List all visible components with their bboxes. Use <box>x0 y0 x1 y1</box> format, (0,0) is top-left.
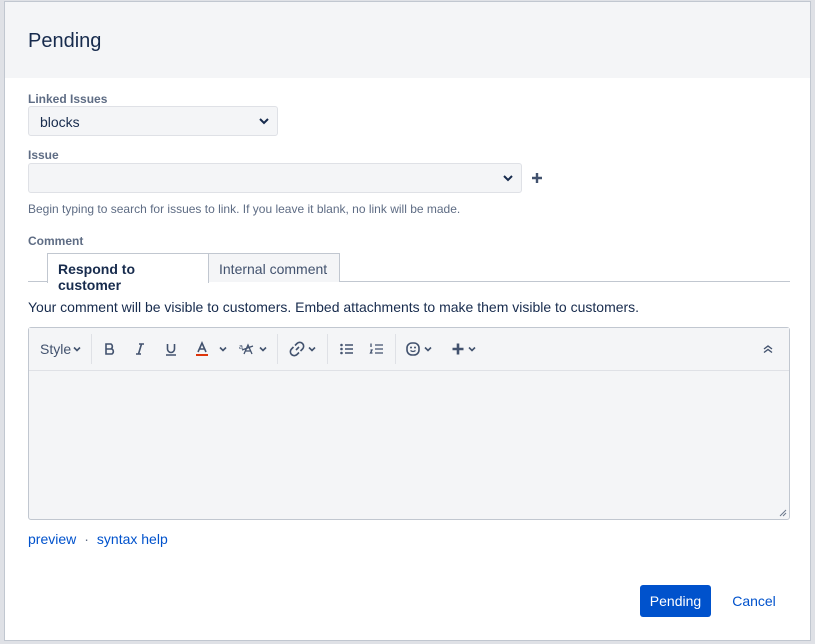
issue-label: Issue <box>28 148 59 162</box>
toolbar-divider <box>277 334 278 364</box>
pending-dialog: Pending Linked Issues blocks Issue Begin… <box>4 1 811 641</box>
toolbar-divider <box>395 334 396 364</box>
syntax-help-link[interactable]: syntax help <box>97 531 168 547</box>
italic-button[interactable] <box>133 328 147 370</box>
toolbar-divider <box>91 334 92 364</box>
link-icon <box>289 341 305 357</box>
chevron-down-icon <box>73 346 81 352</box>
linked-issues-label: Linked Issues <box>28 92 108 106</box>
tab-respond-to-customer[interactable]: Respond to customer <box>47 253 209 293</box>
chevron-down-icon <box>468 346 476 352</box>
text-format-button[interactable]: a <box>237 328 268 370</box>
style-dropdown[interactable]: Style <box>40 328 82 370</box>
chevron-down-icon <box>503 175 513 182</box>
numbered-list-button[interactable] <box>369 328 385 370</box>
plus-icon <box>532 173 542 183</box>
toolbar-divider <box>327 334 328 364</box>
dialog-header: Pending <box>5 2 810 78</box>
insert-more-icon <box>452 343 464 355</box>
numbered-list-icon <box>369 343 383 354</box>
comment-editor: Style a <box>28 327 790 520</box>
emoji-icon <box>406 342 420 356</box>
issue-select[interactable] <box>28 163 522 193</box>
issue-help-text: Begin typing to search for issues to lin… <box>28 202 461 216</box>
link-separator: · <box>84 531 89 547</box>
add-issue-button[interactable] <box>531 168 543 189</box>
chevron-down-icon <box>308 346 316 352</box>
collapse-toolbar-button[interactable] <box>762 328 774 370</box>
chevron-down-icon <box>259 118 269 125</box>
bold-icon <box>105 343 115 355</box>
text-color-icon <box>196 341 208 356</box>
cancel-button[interactable]: Cancel <box>723 585 785 617</box>
bold-button[interactable] <box>103 328 117 370</box>
bullet-list-icon <box>340 343 353 355</box>
text-format-icon: a <box>239 343 254 355</box>
tab-internal-comment[interactable]: Internal comment <box>208 253 340 282</box>
dialog-title: Pending <box>28 30 102 52</box>
underline-button[interactable] <box>164 328 178 370</box>
style-label: Style <box>40 341 72 357</box>
text-color-button[interactable] <box>194 328 228 370</box>
resize-handle-icon[interactable] <box>779 509 787 517</box>
bullet-list-button[interactable] <box>339 328 355 370</box>
emoji-button[interactable] <box>405 328 433 370</box>
underline-icon <box>166 344 176 356</box>
chevron-down-icon <box>259 346 267 352</box>
preview-link[interactable]: preview <box>28 531 76 547</box>
chevron-down-icon <box>219 346 227 352</box>
chevron-down-icon <box>424 346 432 352</box>
comment-textarea[interactable] <box>29 371 789 519</box>
comment-tabs: Respond to customer Internal comment <box>28 253 790 293</box>
linked-issues-value: blocks <box>40 114 80 130</box>
comment-visibility-note: Your comment will be visible to customer… <box>28 299 640 315</box>
link-button[interactable] <box>288 328 317 370</box>
italic-icon <box>136 343 144 355</box>
collapse-toolbar-icon <box>763 345 773 354</box>
linked-issues-select[interactable]: blocks <box>28 106 278 136</box>
insert-more-button[interactable] <box>451 328 477 370</box>
pending-submit-button[interactable]: Pending <box>640 585 711 617</box>
editor-toolbar: Style a <box>29 328 789 371</box>
editor-footer-links: preview · syntax help <box>28 531 168 547</box>
comment-label: Comment <box>28 234 84 248</box>
